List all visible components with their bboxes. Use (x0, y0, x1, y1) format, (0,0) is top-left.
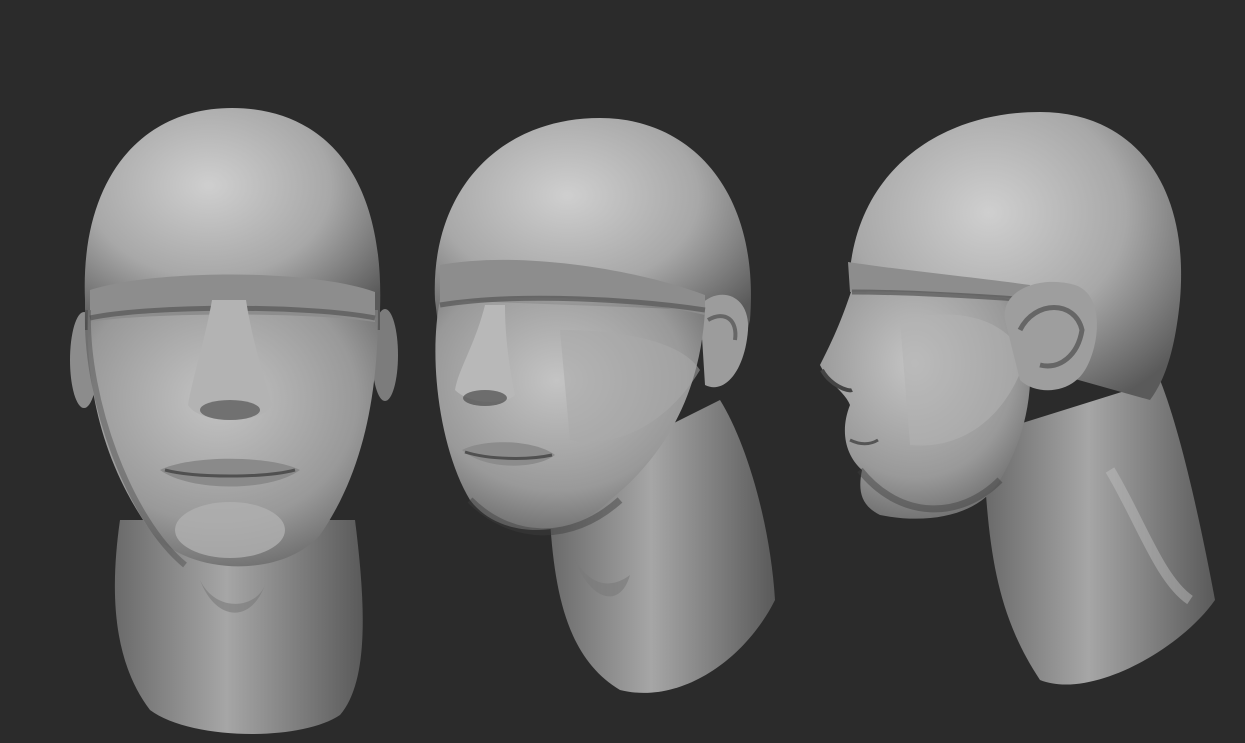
head-three-quarter-view (434, 118, 775, 693)
sculpt-viewport (0, 0, 1245, 743)
head-front-view (70, 108, 398, 734)
three-quarter-ear (700, 294, 749, 388)
head-profile-view (820, 112, 1215, 685)
head-renders (70, 108, 1215, 734)
